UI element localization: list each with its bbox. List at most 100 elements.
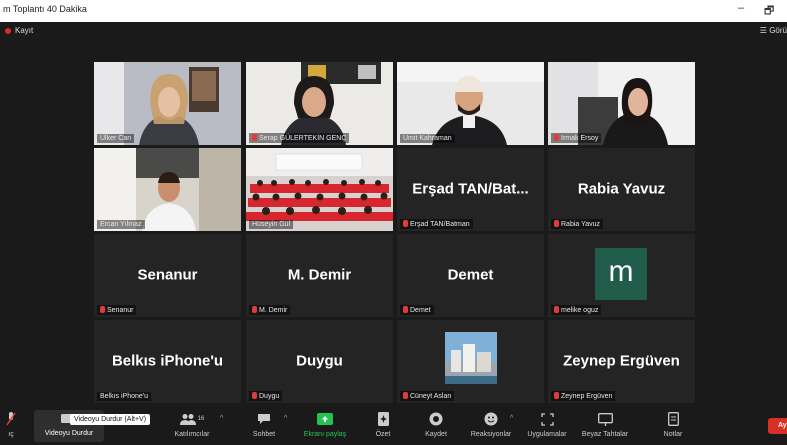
participants-icon [179,414,196,425]
participants-label: Katılımcılar [174,431,210,438]
whiteboards-button[interactable]: Beyaz Tahtalar [578,411,632,438]
participant-name: Hüseyin Gül [249,220,294,229]
view-label: Görü [769,26,787,35]
participant-name: Senanur [97,305,137,315]
video-tile[interactable]: Ümit Kahraman [397,62,544,145]
video-tile[interactable]: M. Demir M. Demir [246,234,393,317]
participant-name: Demet [400,305,434,315]
microphone-icon [6,412,16,426]
participant-name: Ümit Kahraman [400,134,455,143]
stop-video-label: Videoyu Durdur [44,430,94,437]
participant-video [94,148,241,231]
participant-display-name: Erşad TAN/Bat... [412,180,529,198]
share-screen-button[interactable]: Ekranı paylaş [300,411,350,438]
participant-name: Ercan Yılmaz [97,220,145,229]
notes-icon [667,412,679,426]
muted-mic-icon [554,392,559,399]
participant-name: M. Demir [249,305,291,315]
video-tile[interactable]: Demet Demet [397,234,544,317]
chat-chevron-icon[interactable]: ^ [284,415,287,422]
reactions-icon [484,412,498,426]
video-tile[interactable]: m melike oguz [548,234,695,317]
recording-label: Kayıt [15,26,34,35]
apps-button[interactable]: Uygulamalar [522,411,572,438]
video-tile[interactable]: Rabia Yavuz Rabia Yavuz [548,148,695,231]
share-screen-label: Ekranı paylaş [303,431,347,438]
participant-display-name: Senanur [137,266,198,284]
participant-name: Duygu [249,391,283,401]
muted-mic-icon [554,134,559,141]
video-tile[interactable]: Belkıs iPhone'u Belkıs iPhone'u [94,320,241,403]
participants-button[interactable]: 16 Katılımcılar [170,411,214,438]
participant-display-name: Duygu [296,352,343,370]
muted-mic-icon [252,134,257,141]
minimize-button[interactable]: – [738,2,744,14]
maximize-button[interactable]: 🗗 [764,2,774,21]
participant-name: Rabia Yavuz [551,219,604,229]
notes-label: Notlar [663,431,683,438]
participant-name: Serap GÜLERTEKİN GENÇ [249,133,350,143]
video-tile[interactable]: Duygu Duygu [246,320,393,403]
muted-mic-icon [554,220,559,227]
participant-display-name: Rabia Yavuz [577,180,666,198]
participant-name: Irmak Ersoy [551,133,602,143]
recording-dot-icon [5,28,11,34]
participants-chevron-icon[interactable]: ^ [220,415,223,422]
notes-button[interactable]: Notlar [656,411,690,438]
reactions-button[interactable]: Reaksiyonlar [466,411,516,438]
record-label: Kaydet [425,431,447,438]
participant-name: Zeynep Ergüven [551,391,616,401]
participant-name: melike oguz [551,305,602,315]
mute-label: ıç [8,431,14,438]
record-button[interactable]: Kaydet [418,411,454,438]
grid-view-icon: ☰ [759,26,767,35]
participant-display-name: Zeynep Ergüven [563,352,680,370]
muted-mic-icon [252,306,257,313]
video-tile[interactable]: Irmak Ersoy [548,62,695,145]
avatar: m [595,248,647,300]
apps-icon [540,412,554,426]
muted-mic-icon [403,220,408,227]
muted-mic-icon [252,392,257,399]
view-button[interactable]: ☰ Görü [760,26,787,35]
profile-picture [445,332,497,384]
chat-icon [258,414,270,424]
participant-name: Ülker Can [97,134,135,143]
participant-video [94,62,241,145]
reactions-chevron-icon[interactable]: ^ [510,415,513,422]
video-tile[interactable]: Cüneyt Aslan [397,320,544,403]
participant-display-name: M. Demir [287,266,352,284]
leave-button[interactable]: Ay [768,418,787,434]
whiteboards-label: Beyaz Tahtalar [581,431,629,438]
participant-video [246,148,393,231]
summary-icon [377,412,389,426]
window-title: m Toplantı 40 Dakika [3,4,87,14]
meeting-top-bar: Kayıt ☰ Görü [0,22,787,42]
active-speaker-tile[interactable]: Ercan Yılmaz [94,148,241,231]
mute-button[interactable]: ıç [0,411,22,438]
participant-name: Belkıs iPhone'u [97,392,152,401]
reactions-label: Reaksiyonlar [470,431,512,438]
whiteboard-icon [597,412,613,426]
video-tile[interactable]: Ülker Can [94,62,241,145]
video-tile[interactable]: Hüseyin Gül [246,148,393,231]
avatar-letter: m [608,255,634,288]
muted-mic-icon [403,306,408,313]
apps-label: Uygulamalar [527,431,567,438]
summary-button[interactable]: Özet [368,411,398,438]
participant-display-name: Belkıs iPhone'u [111,352,224,370]
participant-display-name: Demet [447,266,494,284]
window-title-bar: m Toplantı 40 Dakika – 🗗 [0,0,787,23]
chat-button[interactable]: Sohbet [244,411,284,438]
video-tile[interactable]: Serap GÜLERTEKİN GENÇ [246,62,393,145]
video-tile[interactable]: Senanur Senanur [94,234,241,317]
participant-name: Cüneyt Aslan [400,391,455,401]
muted-mic-icon [403,392,408,399]
stop-video-tooltip: Videoyu Durdur (Alt+V) [70,414,151,425]
video-tile[interactable]: Zeynep Ergüven Zeynep Ergüven [548,320,695,403]
video-tile[interactable]: Erşad TAN/Bat... Erşad TAN/Batman [397,148,544,231]
summary-label: Özet [375,431,391,438]
chat-label: Sohbet [252,431,276,438]
record-icon [429,412,443,426]
participant-name: Erşad TAN/Batman [400,219,473,229]
